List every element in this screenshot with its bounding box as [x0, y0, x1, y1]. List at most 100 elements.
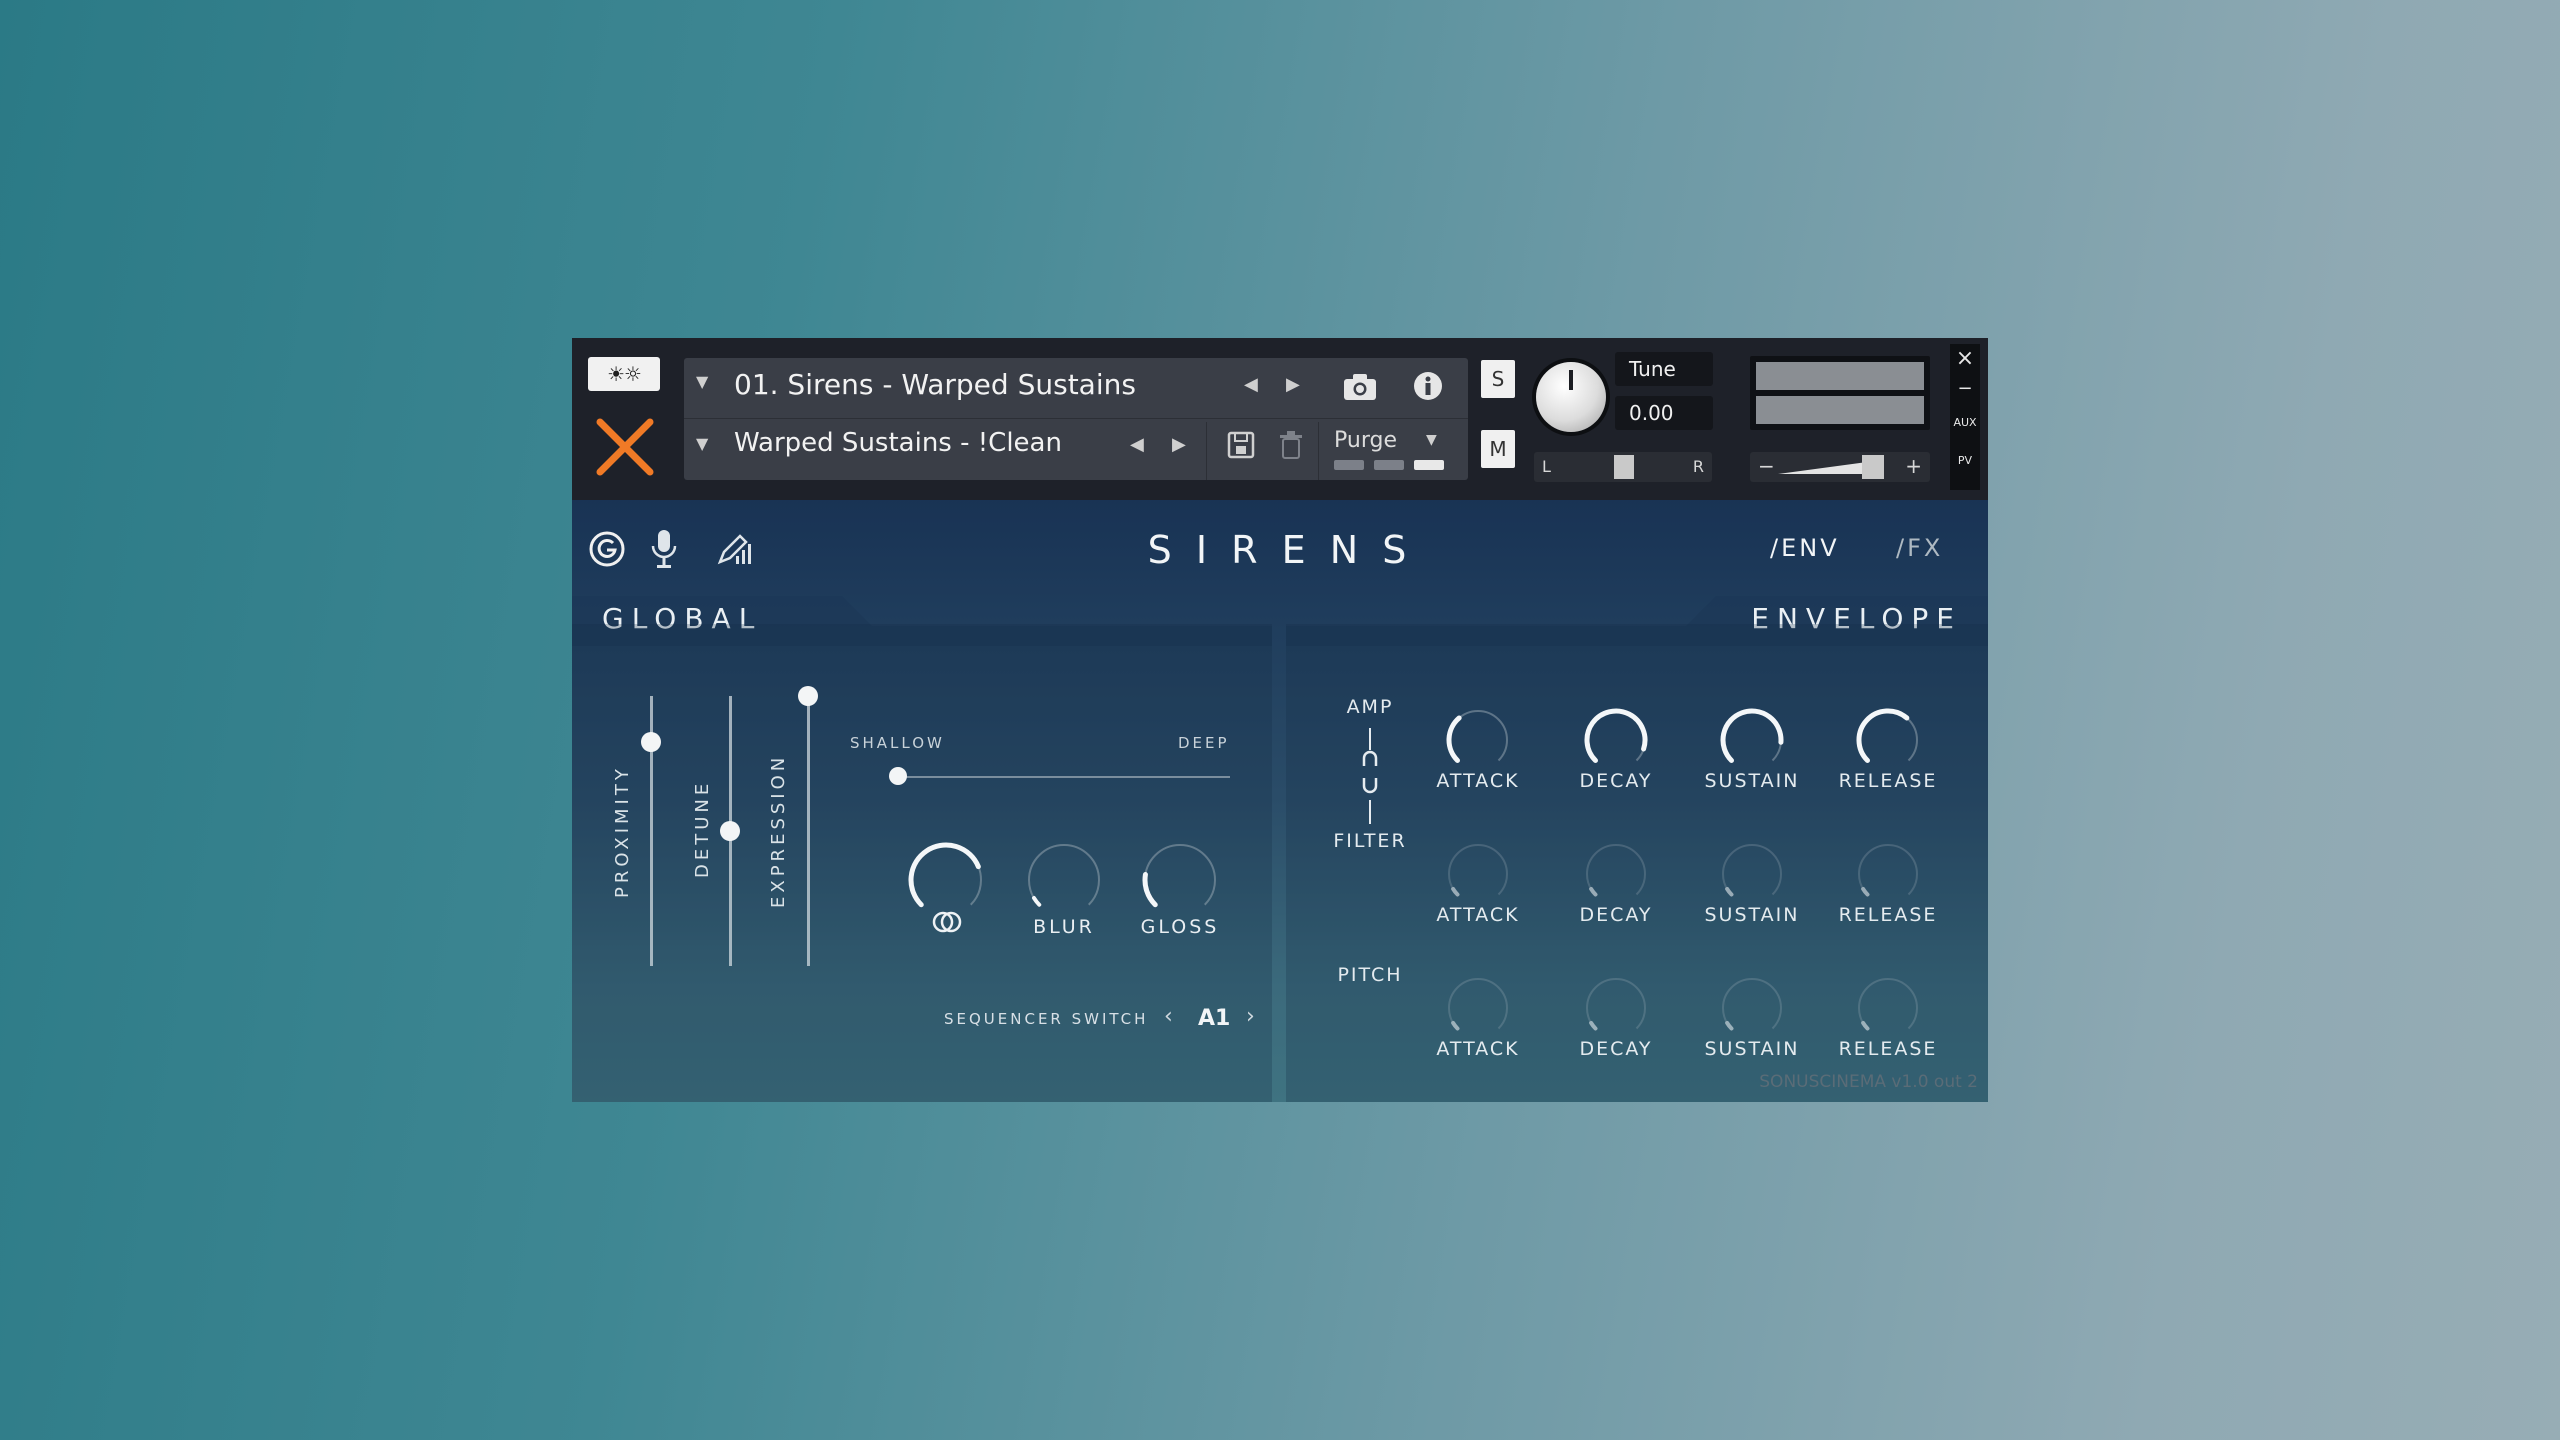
purge-label[interactable]: Purge: [1334, 428, 1397, 453]
env-pitch-attack-knob[interactable]: [1444, 974, 1512, 1042]
expression-fader-track[interactable]: [807, 696, 810, 966]
blur-knob[interactable]: [1024, 840, 1104, 920]
tab-fx[interactable]: /FX: [1896, 534, 1943, 562]
purge-dropdown-icon[interactable]: ▼: [1426, 432, 1437, 448]
proximity-fader-handle[interactable]: [641, 731, 661, 752]
pan-slider[interactable]: L R: [1534, 452, 1712, 482]
sirens-plugin-window: ☀☼ ▼ 01. Sirens - Warped Sustains ◀ ▶ ▼ …: [572, 338, 1988, 1102]
depth-slider-track[interactable]: [898, 776, 1230, 778]
save-icon[interactable]: [1226, 430, 1256, 460]
prev-preset-icon[interactable]: ◀: [1244, 374, 1258, 395]
env-filter-release-label: RELEASE: [1838, 904, 1938, 926]
env-amp-release-label: RELEASE: [1838, 770, 1938, 792]
pv-button[interactable]: PV: [1950, 454, 1980, 467]
tune-knob-indicator: [1569, 370, 1573, 390]
depth-slider-handle[interactable]: [889, 767, 907, 785]
pan-slider-handle[interactable]: [1614, 455, 1634, 479]
gloss-knob[interactable]: [1140, 840, 1220, 920]
close-icon[interactable]: ×: [1950, 346, 1980, 371]
env-amp-decay-knob[interactable]: [1582, 706, 1650, 774]
microphone-icon[interactable]: [650, 528, 678, 570]
volume-slider[interactable]: − +: [1750, 452, 1930, 482]
preset-title[interactable]: 01. Sirens - Warped Sustains: [734, 368, 1136, 401]
output-meter: [1750, 356, 1930, 430]
sequencer-next-icon[interactable]: ›: [1246, 1004, 1255, 1029]
prev-snapshot-icon[interactable]: ◀: [1130, 434, 1144, 455]
meter-bar-left: [1756, 362, 1924, 390]
purge-divider: [1318, 422, 1319, 480]
env-row-pitch-label: PITCH: [1337, 964, 1403, 986]
env-pitch-sustain-label: SUSTAIN: [1704, 1038, 1800, 1060]
detune-fader-handle[interactable]: [720, 821, 740, 841]
env-pitch-attack-label: ATTACK: [1436, 1038, 1520, 1060]
info-icon[interactable]: [1412, 370, 1444, 402]
env-filter-attack-knob[interactable]: [1444, 840, 1512, 908]
env-amp-decay-label: DECAY: [1579, 770, 1653, 792]
library-logo-button[interactable]: ☀☼: [588, 357, 660, 391]
env-pitch-decay-label: DECAY: [1579, 1038, 1653, 1060]
tune-value: 0.00: [1629, 401, 1674, 425]
stereo-link-icon: [932, 911, 962, 933]
volume-plus[interactable]: +: [1905, 454, 1922, 478]
snapshot-divider: [1206, 422, 1207, 480]
preset-panel: ▼ 01. Sirens - Warped Sustains ◀ ▶ ▼ War…: [684, 358, 1468, 480]
camera-icon[interactable]: [1342, 372, 1378, 402]
preset-divider: [684, 418, 1468, 419]
tab-env[interactable]: /ENV: [1770, 534, 1840, 562]
preset-dropdown-icon[interactable]: ▼: [696, 372, 708, 391]
next-preset-icon[interactable]: ▶: [1286, 374, 1300, 395]
env-row-amp-label: AMP: [1346, 696, 1394, 718]
version-text: SONUSCINEMA v1.0 out 2: [1759, 1072, 1978, 1092]
mute-button[interactable]: M: [1481, 430, 1515, 468]
solo-button[interactable]: S: [1481, 360, 1515, 398]
amp-filter-link-icon[interactable]: [1358, 728, 1382, 824]
blur-label: BLUR: [1033, 916, 1095, 938]
env-pitch-release-label: RELEASE: [1838, 1038, 1938, 1060]
env-filter-release-knob[interactable]: [1854, 840, 1922, 908]
env-pitch-sustain-knob[interactable]: [1718, 974, 1786, 1042]
instrument-title: S I R E N S: [1147, 528, 1413, 572]
g-logo-icon[interactable]: [588, 530, 626, 568]
snapshot-dropdown-icon[interactable]: ▼: [696, 434, 708, 453]
instrument-header: ☀☼ ▼ 01. Sirens - Warped Sustains ◀ ▶ ▼ …: [572, 338, 1988, 500]
env-pitch-decay-knob[interactable]: [1582, 974, 1650, 1042]
env-filter-decay-label: DECAY: [1579, 904, 1653, 926]
pan-left-label: L: [1542, 457, 1551, 476]
aux-button[interactable]: AUX: [1950, 416, 1980, 429]
sequencer-value[interactable]: A1: [1198, 1006, 1230, 1031]
fader-label-detune: DETUNE: [692, 779, 713, 878]
edit-pencil-icon[interactable]: [714, 530, 752, 568]
next-snapshot-icon[interactable]: ▶: [1172, 434, 1186, 455]
sequencer-switch-label: SEQUENCER SWITCH: [944, 1010, 1149, 1028]
brand-x-logo: [596, 418, 654, 476]
env-amp-release-knob[interactable]: [1854, 706, 1922, 774]
gloss-label: GLOSS: [1140, 916, 1220, 938]
tune-value-box[interactable]: 0.00: [1615, 396, 1713, 430]
env-filter-sustain-knob[interactable]: [1718, 840, 1786, 908]
purge-meter-segment: [1374, 460, 1404, 470]
env-amp-sustain-knob[interactable]: [1718, 706, 1786, 774]
snapshot-name[interactable]: Warped Sustains - !Clean: [734, 428, 1062, 458]
env-pitch-release-knob[interactable]: [1854, 974, 1922, 1042]
deep-label: DEEP: [1178, 734, 1230, 752]
trash-icon[interactable]: [1278, 430, 1304, 460]
env-amp-sustain-label: SUSTAIN: [1704, 770, 1800, 792]
env-row-filter-label: FILTER: [1333, 830, 1407, 852]
tune-label-box: Tune: [1615, 352, 1713, 386]
fader-label-proximity: PROXIMITY: [612, 765, 633, 898]
volume-minus[interactable]: −: [1758, 454, 1775, 478]
tune-label: Tune: [1629, 357, 1676, 381]
env-filter-decay-knob[interactable]: [1582, 840, 1650, 908]
fader-label-expression: EXPRESSION: [768, 753, 789, 908]
purge-meter-segment: [1414, 460, 1444, 470]
tune-knob[interactable]: [1536, 362, 1606, 432]
side-controls: × − AUX PV: [1950, 344, 1980, 490]
expression-fader-handle[interactable]: [798, 686, 818, 706]
env-amp-attack-knob[interactable]: [1444, 706, 1512, 774]
env-amp-attack-label: ATTACK: [1436, 770, 1520, 792]
volume-slider-handle[interactable]: [1862, 455, 1884, 479]
sequencer-prev-icon[interactable]: ‹: [1164, 1004, 1173, 1029]
stereo-width-knob[interactable]: [906, 840, 986, 920]
shallow-label: SHALLOW: [850, 734, 945, 752]
minimize-icon[interactable]: −: [1950, 378, 1980, 399]
